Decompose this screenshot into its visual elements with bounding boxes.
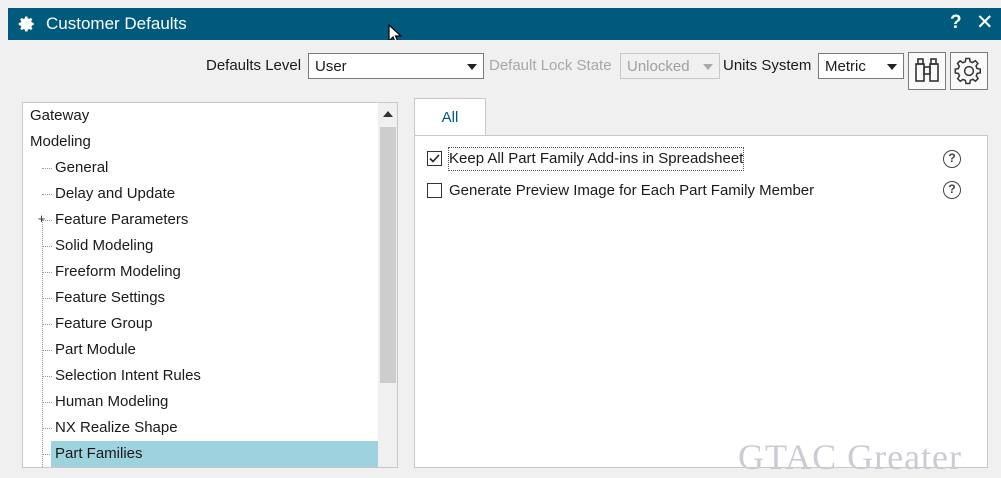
title-bar: Customer Defaults ? ✕ [8,8,1001,40]
defaults-level-label: Defaults Level [206,57,302,74]
units-system-label: Units System [723,57,812,74]
find-button[interactable] [908,52,946,90]
tree-item-delay-and-update[interactable]: Delay and Update [55,181,175,207]
defaults-level-select[interactable]: User [308,53,484,79]
dialog-body: Defaults Level User Default Lock State U… [8,40,1001,468]
tree-connector [42,428,52,429]
tree-item-part-module[interactable]: Part Module [55,337,136,363]
gear-icon [954,57,981,85]
tree-item-selection-intent-rules[interactable]: Selection Intent Rules [55,363,201,389]
chevron-down-icon [703,64,713,70]
watermark-text: GTAC Greater [738,437,963,477]
scroll-thumb[interactable] [380,127,396,383]
tab-all[interactable]: All [414,98,486,136]
close-button[interactable]: ✕ [976,10,994,35]
binoculars-icon [915,58,939,82]
settings-button[interactable] [950,52,988,90]
lock-state-select: Unlocked [620,53,720,79]
tree-connector [42,402,52,403]
checkmark-icon [429,154,440,163]
tree-connector-line [42,219,43,467]
lock-state-label: Default Lock State [489,57,612,74]
tree-connector [42,194,52,195]
tree-connector [42,298,52,299]
tree-item-gateway[interactable]: Gateway [30,103,89,129]
option-generate-preview[interactable]: Generate Preview Image for Each Part Fam… [427,180,967,202]
lock-state-value: Unlocked [627,58,690,75]
tree-item-part-families[interactable]: Part Families [51,441,382,467]
generate-preview-checkbox[interactable] [427,183,442,198]
tree-connector [42,376,52,377]
option-keep-add-ins[interactable]: Keep All Part Family Add-ins in Spreadsh… [427,147,967,171]
help-circle-icon[interactable]: ? [943,150,961,168]
chevron-down-icon [887,64,897,70]
tree-item-nx-realize-shape[interactable]: NX Realize Shape [55,415,178,441]
tree-connector [42,350,52,351]
options-panel: Keep All Part Family Add-ins in Spreadsh… [414,135,988,468]
units-system-select[interactable]: Metric [818,53,904,79]
tree-item-human-modeling[interactable]: Human Modeling [55,389,168,415]
tree-connector [42,168,52,169]
tree-item-solid-modeling[interactable]: Solid Modeling [55,233,153,259]
tree-item-feature-settings[interactable]: Feature Settings [55,285,165,311]
units-system-value: Metric [825,58,866,75]
defaults-level-value: User [315,58,347,75]
tree-item-feature-parameters[interactable]: Feature Parameters [55,207,188,233]
generate-preview-label: Generate Preview Image for Each Part Fam… [449,182,815,199]
chevron-down-icon [467,64,477,70]
keep-add-ins-label: Keep All Part Family Add-ins in Spreadsh… [447,147,745,171]
category-tree: Gateway Modeling General Delay and Updat… [22,102,398,468]
chevron-up-icon[interactable] [383,111,393,117]
help-button[interactable]: ? [950,12,962,34]
tree-connector [42,272,52,273]
help-circle-icon[interactable]: ? [943,181,961,199]
tree-item-general[interactable]: General [55,155,108,181]
tree-connector [42,246,52,247]
tree-item-freeform-modeling[interactable]: Freeform Modeling [55,259,181,285]
expand-plus-icon[interactable]: + [35,212,48,226]
tree-item-modeling[interactable]: Modeling [30,129,91,155]
window-title: Customer Defaults [46,14,187,33]
tree-item-feature-group[interactable]: Feature Group [55,311,153,337]
tree-connector [42,324,52,325]
keep-add-ins-checkbox[interactable] [427,151,442,166]
gear-icon [18,16,34,32]
tree-scrollbar[interactable] [378,103,397,467]
